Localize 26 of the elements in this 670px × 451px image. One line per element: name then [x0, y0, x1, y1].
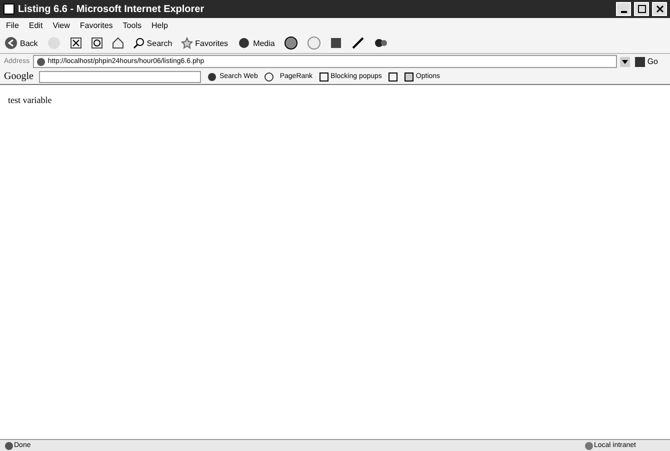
- menu-item[interactable]: View: [52, 21, 70, 30]
- maximize-icon: [638, 5, 646, 13]
- search-button[interactable]: Search: [132, 37, 172, 49]
- favorites-button[interactable]: Favorites: [181, 37, 228, 49]
- stop-icon[interactable]: [70, 37, 82, 49]
- close-icon: [656, 5, 664, 13]
- minimize-button[interactable]: [616, 2, 631, 16]
- home-icon[interactable]: [112, 37, 124, 49]
- google-search-field[interactable]: [39, 70, 202, 82]
- media-button[interactable]: Media: [237, 37, 275, 49]
- go-button[interactable]: Go: [633, 56, 666, 66]
- google-logo[interactable]: Google: [4, 71, 34, 82]
- star-icon: [181, 37, 194, 49]
- search-icon: [132, 37, 145, 49]
- back-button[interactable]: Back: [4, 36, 38, 50]
- menu-item[interactable]: Favorites: [80, 21, 113, 30]
- menu-item[interactable]: Edit: [28, 21, 43, 30]
- window-title: Listing 6.6 - Microsoft Internet Explorer: [18, 4, 204, 14]
- menu-item[interactable]: File: [6, 21, 19, 30]
- menu-item[interactable]: Tools: [122, 21, 142, 30]
- close-button[interactable]: [652, 2, 667, 16]
- menu-item[interactable]: Help: [151, 21, 168, 30]
- refresh-icon[interactable]: [90, 37, 103, 49]
- page-text: test variable: [8, 95, 52, 105]
- dropdown-icon[interactable]: [620, 56, 630, 66]
- maximize-button[interactable]: [634, 2, 649, 16]
